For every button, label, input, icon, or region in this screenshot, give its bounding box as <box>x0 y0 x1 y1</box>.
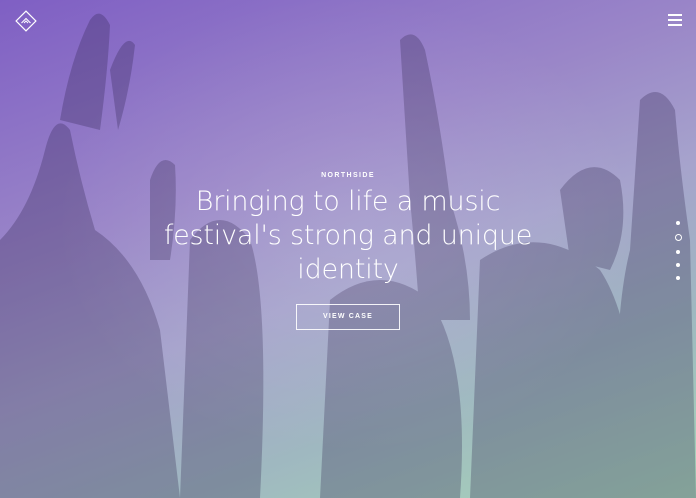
pagination-dot[interactable] <box>676 250 680 254</box>
logo-icon[interactable] <box>14 9 38 33</box>
slide-pagination <box>674 221 682 289</box>
pagination-dot[interactable] <box>676 263 680 267</box>
view-case-button[interactable]: VIEW CASE <box>296 304 400 330</box>
pagination-dot[interactable] <box>676 276 680 280</box>
hero-content: NORTHSIDE Bringing to life a music festi… <box>0 172 696 330</box>
pagination-dot-active[interactable] <box>674 234 682 241</box>
pagination-dot[interactable] <box>676 221 680 225</box>
hero-headline: Bringing to life a music festival's stro… <box>163 186 533 285</box>
project-eyebrow: NORTHSIDE <box>321 172 375 179</box>
hamburger-menu-icon[interactable] <box>668 14 682 26</box>
hero-section: NORTHSIDE Bringing to life a music festi… <box>0 0 696 498</box>
